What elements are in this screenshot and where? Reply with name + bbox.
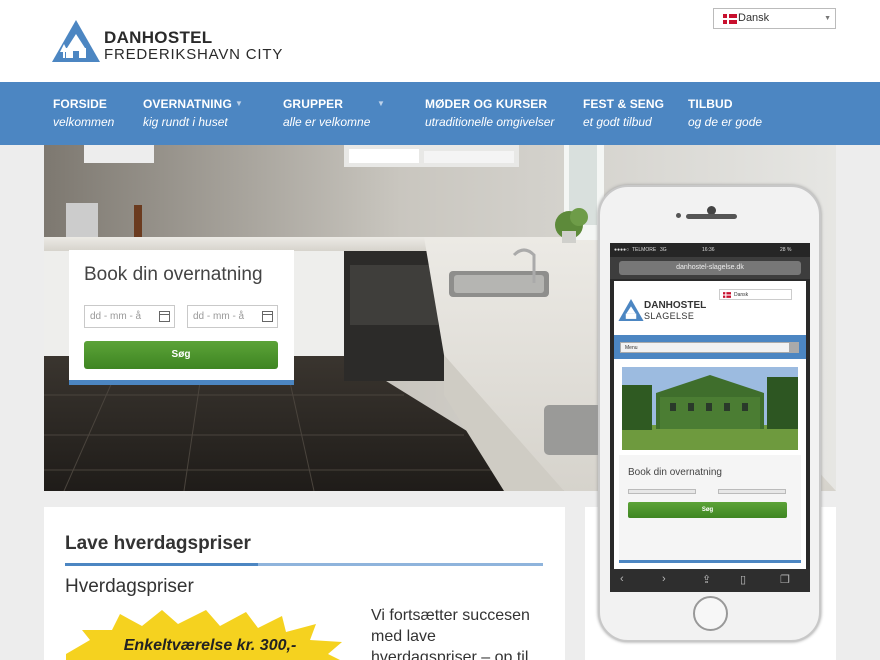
danish-flag-icon [723,292,731,298]
site-logo[interactable]: DANHOSTEL FREDERIKSHAVN CITY [52,20,292,64]
nav-item-subtitle: et godt tilbud [583,115,652,129]
section-heading: Lave hverdagspriser [65,533,251,554]
calendar-icon[interactable] [159,311,170,322]
menu-label: Menu [625,345,638,351]
chevron-down-icon: ▼ [824,15,831,22]
starburst-shape: Enkeltværelse kr. 300,- [66,610,342,660]
calendar-icon[interactable] [262,311,273,322]
phone-home-button[interactable] [693,596,728,631]
mobile-checkin-field[interactable] [628,489,696,494]
forward-icon[interactable]: › [662,573,666,585]
logo-subtitle: FREDERIKSHAVN CITY [104,46,284,63]
phone-sensor [676,213,681,218]
share-icon[interactable]: ⇪ [702,573,711,586]
mobile-logo-subtitle: SLAGELSE [644,311,695,321]
mobile-menu-select[interactable]: Menu [620,342,799,353]
booking-title: Book din overnatning [84,264,263,285]
date-placeholder: dd - mm - å [193,311,245,322]
phone-status-bar: ●●●●○ TELMORE 3G 16:36 28 % [610,243,810,257]
chevron-down-icon [789,343,798,352]
nav-item-title: FORSIDE [53,97,108,111]
hostel-logo-icon [618,299,644,321]
battery-label: 28 % [780,247,792,253]
dropdown-arrow-icon: ▼ [377,99,385,108]
nav-item-subtitle: alle er velkomne [283,115,371,129]
mobile-checkout-field[interactable] [718,489,786,494]
checkin-date-field[interactable]: dd - mm - å [84,305,175,328]
main-navigation: FORSIDE velkommen OVERNATNING kig rundt … [0,82,880,145]
heading-divider [65,563,543,566]
content-card: Lave hverdagspriser Hverdagspriser Enkel… [44,507,565,660]
mobile-webpage: DANHOSTEL SLAGELSE Dansk Menu Book din o… [614,281,806,569]
language-label: Dansk [738,12,770,24]
mobile-booking-widget: Book din overnatning Søg [619,455,801,563]
nav-item-moder-og-kurser[interactable]: MØDER OG KURSER utraditionelle omgivelse… [425,97,554,129]
nav-item-overnatning[interactable]: OVERNATNING kig rundt i huset ▼ [143,97,243,129]
mobile-language-select[interactable]: Dansk [719,289,792,300]
burst-text: Enkeltværelse kr. 300,- [124,637,297,654]
intro-paragraph: Vi fortsætter succesen med lave hverdags… [371,607,530,660]
date-placeholder: dd - mm - å [90,311,142,322]
language-select[interactable]: Dansk ▼ [713,8,836,29]
bookmarks-icon[interactable]: ▯ [740,573,746,586]
search-button[interactable]: Søg [84,341,278,369]
dropdown-arrow-icon: ▼ [235,99,243,108]
checkout-date-field[interactable]: dd - mm - å [187,305,278,328]
hostel-building-photo [622,367,798,450]
nav-item-title: TILBUD [688,97,733,111]
nav-item-title: OVERNATNING [143,97,232,111]
nav-item-fest-og-seng[interactable]: FEST & SENG et godt tilbud [583,97,664,129]
network-label: 3G [660,247,667,253]
nav-item-grupper[interactable]: GRUPPER alle er velkomne ▼ [283,97,385,129]
mobile-search-button[interactable]: Søg [628,502,787,518]
hostel-logo-icon [52,20,100,62]
back-icon[interactable]: ‹ [620,573,624,585]
nav-item-subtitle: kig rundt i huset [143,115,228,129]
mobile-language-label: Dansk [734,292,749,298]
nav-item-title: FEST & SENG [583,97,665,111]
url-field[interactable]: danhostel-slagelse.dk [619,261,801,275]
clock-label: 16:36 [702,247,715,253]
nav-item-title: GRUPPER [283,97,344,111]
nav-item-subtitle: og de er gode [688,115,763,129]
phone-mockup: ●●●●○ TELMORE 3G 16:36 28 % danhostel-sl… [598,185,821,642]
browser-url-bar[interactable]: danhostel-slagelse.dk [610,257,810,279]
nav-item-title: MØDER OG KURSER [425,97,548,111]
logo-title: DANHOSTEL [104,28,213,47]
tabs-icon[interactable]: ❐ [780,573,790,586]
signal-icon: ●●●●○ [614,247,630,253]
section-subheading: Hverdagspriser [65,576,194,597]
phone-speaker [686,214,737,219]
mobile-booking-title: Book din overnatning [628,467,722,478]
browser-toolbar: ‹ › ⇪ ▯ ❐ [610,569,810,592]
site-header: DANHOSTEL FREDERIKSHAVN CITY Dansk ▼ [0,0,880,82]
danish-flag-icon [723,14,737,24]
nav-item-forside[interactable]: FORSIDE velkommen [53,97,114,129]
nav-item-subtitle: utraditionelle omgivelser [425,115,555,129]
nav-item-subtitle: velkommen [53,115,115,129]
mobile-logo-title: DANHOSTEL [644,300,707,311]
carrier-label: TELMORE [632,247,657,253]
mobile-nav-bar: Menu [614,335,806,359]
nav-item-tilbud[interactable]: TILBUD og de er gode [688,97,762,129]
phone-screen: ●●●●○ TELMORE 3G 16:36 28 % danhostel-sl… [610,243,810,592]
booking-widget: Book din overnatning dd - mm - å dd - mm… [69,250,294,385]
price-burst: Enkeltværelse kr. 300,- [66,608,356,660]
